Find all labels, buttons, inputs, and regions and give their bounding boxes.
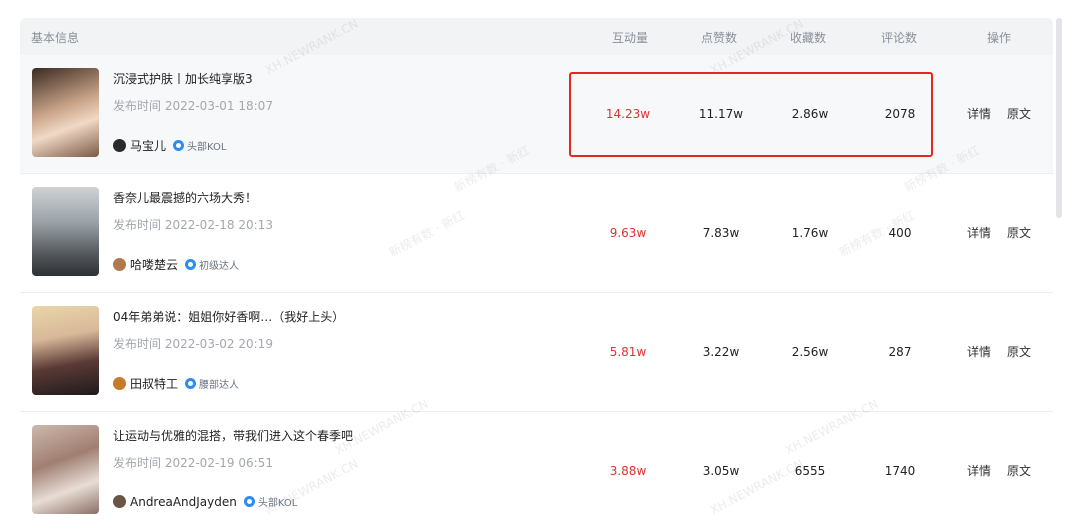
publish-time: 发布时间 2022-03-01 18:07 xyxy=(113,99,273,113)
post-title[interactable]: 让运动与优雅的混搭，带我们进入这个春季吧 xyxy=(113,427,353,444)
col-favorites[interactable]: 收藏数 xyxy=(790,29,826,46)
original-link[interactable]: 原文 xyxy=(1007,412,1031,531)
col-comments[interactable]: 评论数 xyxy=(881,29,917,46)
col-basic-info: 基本信息 xyxy=(31,31,80,45)
col-interactions[interactable]: 互动量 xyxy=(612,29,648,46)
post-title[interactable]: 04年弟弟说：姐姐你好香啊…（我好上头） xyxy=(113,308,344,325)
author-avatar[interactable] xyxy=(113,377,126,390)
vertical-scrollbar[interactable] xyxy=(1056,18,1062,218)
post-thumbnail[interactable] xyxy=(32,425,99,514)
likes-value: 3.05w xyxy=(702,464,740,478)
comments-value: 400 xyxy=(888,226,912,240)
publish-time: 发布时间 2022-02-19 06:51 xyxy=(113,456,273,470)
author-info: 马宝儿 头部KOL xyxy=(113,137,226,154)
favorites-value: 6555 xyxy=(794,464,826,478)
table-row: 香奈儿最震撼的六场大秀！ 发布时间 2022-02-18 20:13 哈喽楚云 … xyxy=(20,174,1053,293)
post-title[interactable]: 香奈儿最震撼的六场大秀！ xyxy=(113,189,257,206)
author-info: AndreaAndJayden 头部KOL xyxy=(113,494,297,509)
original-link[interactable]: 原文 xyxy=(1007,293,1031,412)
detail-link[interactable]: 详情 xyxy=(967,174,991,293)
table-row: 04年弟弟说：姐姐你好香啊…（我好上头） 发布时间 2022-03-02 20:… xyxy=(20,293,1053,412)
level-badge-icon xyxy=(243,496,255,507)
author-name[interactable]: 马宝儿 xyxy=(130,137,166,154)
publish-time: 发布时间 2022-02-18 20:13 xyxy=(113,218,273,232)
likes-value: 7.83w xyxy=(702,226,740,240)
author-avatar[interactable] xyxy=(113,495,126,508)
highlight-box xyxy=(569,72,933,157)
author-avatar[interactable] xyxy=(113,258,126,271)
interactions-value: 9.63w xyxy=(609,226,647,240)
author-avatar[interactable] xyxy=(113,139,126,152)
favorites-value: 1.76w xyxy=(791,226,829,240)
col-actions: 操作 xyxy=(987,31,1012,45)
original-link[interactable]: 原文 xyxy=(1007,174,1031,293)
author-level: 头部KOL xyxy=(187,142,227,153)
author-name[interactable]: AndreaAndJayden xyxy=(130,495,237,509)
author-name[interactable]: 哈喽楚云 xyxy=(130,256,178,273)
col-likes[interactable]: 点赞数 xyxy=(701,29,737,46)
author-level: 头部KOL xyxy=(257,498,298,509)
post-thumbnail[interactable] xyxy=(32,187,99,276)
interactions-value: 5.81w xyxy=(609,345,647,359)
author-level: 初级达人 xyxy=(199,261,240,272)
table-header: 基本信息 互动量 点赞数 收藏数 评论数 操作 xyxy=(20,18,1053,55)
post-title[interactable]: 沉浸式护肤丨加长纯享版3 xyxy=(113,70,253,87)
original-link[interactable]: 原文 xyxy=(1007,55,1031,174)
comments-value: 287 xyxy=(888,345,912,359)
author-level: 腰部达人 xyxy=(199,380,240,391)
level-badge-icon xyxy=(185,378,197,389)
favorites-value: 2.56w xyxy=(791,345,829,359)
post-thumbnail[interactable] xyxy=(32,306,99,395)
post-thumbnail[interactable] xyxy=(32,68,99,157)
detail-link[interactable]: 详情 xyxy=(967,412,991,531)
author-info: 田叔特工 腰部达人 xyxy=(113,375,239,392)
comments-value: 1740 xyxy=(884,464,916,478)
author-info: 哈喽楚云 初级达人 xyxy=(113,256,239,273)
likes-value: 3.22w xyxy=(702,345,740,359)
detail-link[interactable]: 详情 xyxy=(967,55,991,174)
interactions-value: 3.88w xyxy=(609,464,647,478)
level-badge-icon xyxy=(173,140,185,151)
publish-time: 发布时间 2022-03-02 20:19 xyxy=(113,337,273,351)
table-row: 让运动与优雅的混搭，带我们进入这个春季吧 发布时间 2022-02-19 06:… xyxy=(20,412,1053,531)
level-badge-icon xyxy=(185,259,197,270)
detail-link[interactable]: 详情 xyxy=(967,293,991,412)
author-name[interactable]: 田叔特工 xyxy=(130,375,178,392)
